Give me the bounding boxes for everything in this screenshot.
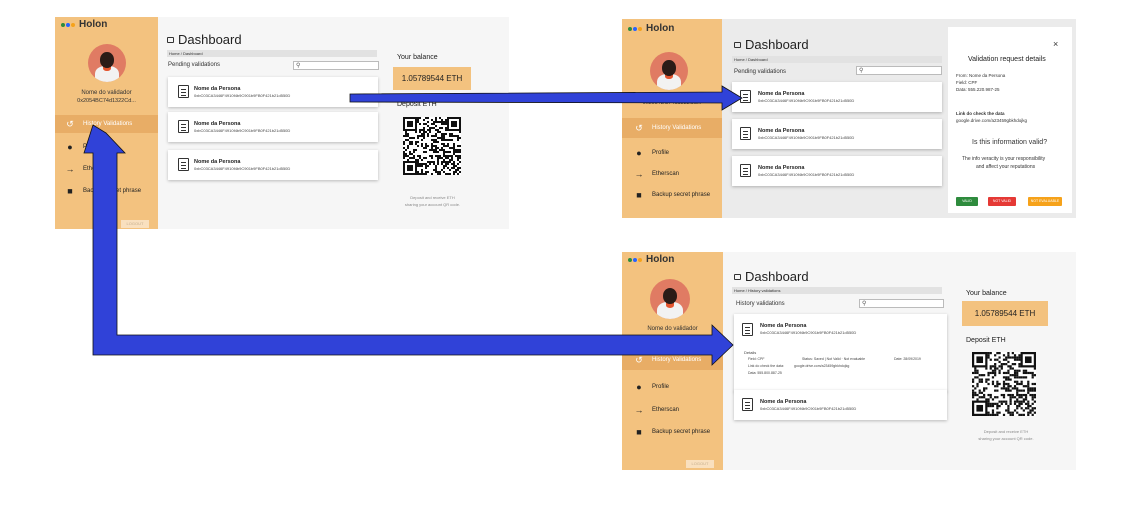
- arrow-to-modal: [349, 85, 743, 111]
- arrow-to-history: [83, 124, 734, 366]
- flow-arrows: [83, 85, 743, 366]
